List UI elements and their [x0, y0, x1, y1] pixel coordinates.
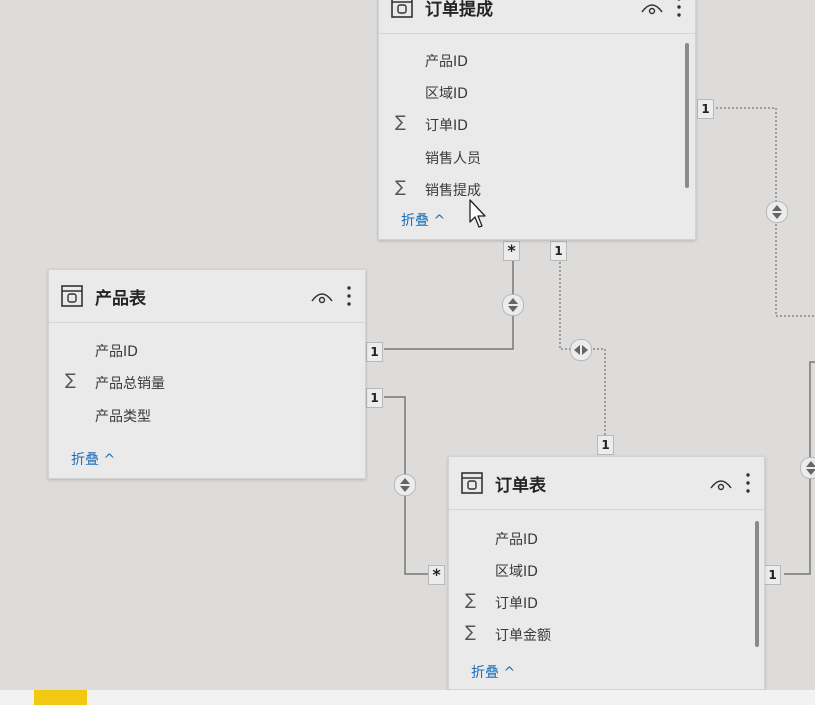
table-icon: [461, 472, 483, 494]
cardinality-badge: 1: [697, 99, 714, 119]
field-item[interactable]: 订单金额: [495, 625, 551, 645]
relationship-product-commission[interactable]: [384, 258, 514, 350]
cross-filter-single-icon[interactable]: [800, 457, 815, 479]
table-card-orders[interactable]: 订单表 产品ID 区域ID ∑ 订单ID ∑ 订单金额 折叠 ^: [448, 456, 765, 690]
table-card-commission[interactable]: 订单提成 产品ID 区域ID ∑ 订单ID 销售人员 ∑ 销售提成 折叠 ^: [378, 0, 696, 240]
cross-filter-single-icon[interactable]: [394, 474, 416, 496]
cardinality-badge: *: [503, 241, 520, 261]
collapse-link[interactable]: 折叠 ^: [71, 449, 115, 469]
cardinality-badge: *: [428, 565, 445, 585]
cross-filter-both-icon[interactable]: [570, 339, 592, 361]
sigma-icon: ∑: [465, 622, 476, 641]
field-item[interactable]: 产品总销量: [95, 373, 165, 393]
field-item[interactable]: 产品ID: [495, 529, 538, 549]
table-title: 产品表: [95, 289, 146, 309]
table-card-product[interactable]: 产品表 产品ID ∑ 产品总销量 产品类型 折叠 ^: [48, 269, 366, 479]
cardinality-badge: 1: [366, 342, 383, 362]
eye-icon[interactable]: [710, 477, 732, 491]
field-item[interactable]: 产品ID: [425, 51, 468, 71]
field-item[interactable]: 产品ID: [95, 341, 138, 361]
cardinality-badge: 1: [597, 435, 614, 455]
scrollbar[interactable]: [755, 521, 759, 647]
field-item[interactable]: 区域ID: [425, 83, 468, 103]
field-item[interactable]: 销售提成: [425, 180, 481, 200]
mouse-cursor-icon: [469, 199, 486, 228]
field-item[interactable]: 区域ID: [495, 561, 538, 581]
more-options-icon[interactable]: [745, 472, 751, 494]
more-options-icon[interactable]: [676, 0, 682, 18]
sigma-icon: ∑: [395, 112, 406, 131]
table-card-header[interactable]: 订单提成: [379, 0, 695, 34]
cross-filter-single-icon[interactable]: [502, 294, 524, 316]
collapse-link[interactable]: 折叠 ^: [401, 210, 445, 230]
cardinality-badge: 1: [366, 388, 383, 408]
table-card-header[interactable]: 产品表: [49, 270, 365, 323]
bottom-tab-bar: [0, 690, 815, 705]
collapse-link[interactable]: 折叠 ^: [471, 662, 515, 682]
table-card-header[interactable]: 订单表: [449, 457, 764, 510]
sigma-icon: ∑: [65, 370, 76, 389]
model-canvas[interactable]: 1 * 1 1 1 1 * 1 订单提成 产品ID 区域ID ∑ 订单ID 销售…: [0, 0, 815, 690]
scrollbar[interactable]: [685, 43, 689, 188]
eye-icon[interactable]: [641, 1, 663, 15]
field-item[interactable]: 订单ID: [495, 593, 538, 613]
table-icon: [391, 0, 413, 18]
cross-filter-single-icon[interactable]: [766, 201, 788, 223]
field-item[interactable]: 产品类型: [95, 406, 151, 426]
field-item[interactable]: 销售人员: [425, 148, 481, 168]
sigma-icon: ∑: [395, 177, 406, 196]
sigma-icon: ∑: [465, 590, 476, 609]
field-item[interactable]: 订单ID: [425, 115, 468, 135]
table-title: 订单提成: [425, 0, 493, 20]
eye-icon[interactable]: [311, 290, 333, 304]
cardinality-badge: 1: [550, 241, 567, 261]
table-icon: [61, 285, 83, 307]
more-options-icon[interactable]: [346, 285, 352, 307]
table-title: 订单表: [495, 476, 546, 496]
page-tab-active[interactable]: [34, 690, 87, 705]
cardinality-badge: 1: [764, 565, 781, 585]
